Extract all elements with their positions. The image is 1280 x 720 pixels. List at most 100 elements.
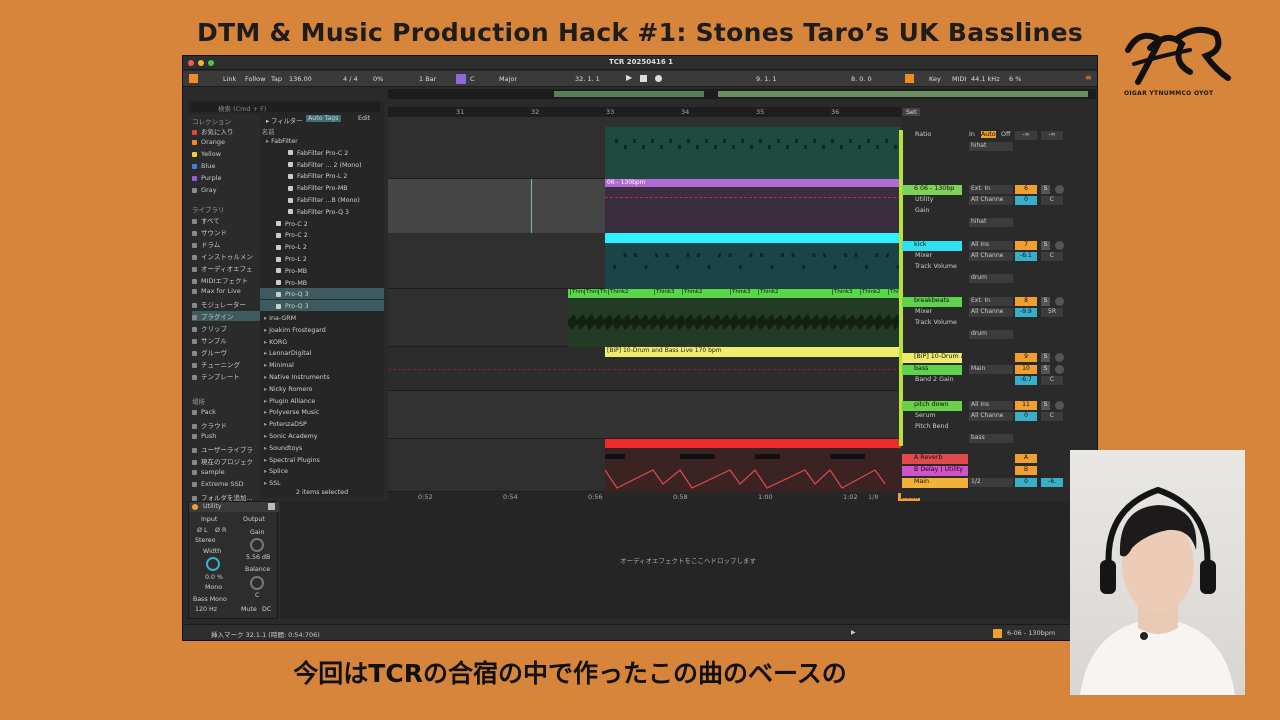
edit-button[interactable]: Edit: [358, 115, 370, 122]
solo-button[interactable]: S: [1041, 401, 1050, 410]
mixer-track[interactable]: kick Mixer Track Volume All Ins All Channe dr…: [901, 240, 1097, 294]
expand-arrow-icon[interactable]: ▸: [264, 468, 267, 475]
track-number[interactable]: 7: [1015, 241, 1037, 250]
phase-left-button[interactable]: Ø L: [197, 527, 207, 534]
expand-arrow-icon[interactable]: ▸: [266, 138, 269, 145]
kick-clip[interactable]: [605, 233, 901, 289]
arrangement-view[interactable]: 31 32 33 34 35 36 06 - 130bpm Thin Thin …: [388, 107, 901, 492]
library-item[interactable]: モジュレーター: [192, 299, 246, 309]
mute-button[interactable]: Mute: [241, 606, 257, 613]
break-clip-label[interactable]: Think3: [654, 289, 675, 295]
expand-arrow-icon[interactable]: ▸: [264, 480, 267, 487]
browser-file-item[interactable]: ▸ Spectral Plugins: [264, 457, 320, 464]
status-play-icon[interactable]: ▶: [851, 629, 856, 636]
browser-file-item[interactable]: ▸ Native Instruments: [264, 374, 330, 381]
input-type-select[interactable]: All Ins: [969, 401, 1013, 410]
browser-file-item[interactable]: ▸ Splice: [264, 468, 288, 475]
output-routing-select[interactable]: drum: [969, 274, 1013, 283]
expand-arrow-icon[interactable]: ▸: [264, 409, 267, 416]
device-chooser[interactable]: Ratio: [915, 131, 931, 138]
browser-file-item[interactable]: FabFilter Pro-MB: [288, 185, 348, 192]
input-type-select[interactable]: Ext. In: [969, 297, 1013, 306]
collection-item[interactable]: Purple: [192, 174, 222, 182]
library-item[interactable]: すべて: [192, 215, 220, 225]
expand-arrow-icon[interactable]: ▸: [264, 362, 267, 369]
channel-mode-select[interactable]: Stereo: [195, 537, 216, 544]
mixer-track[interactable]: Ratio In Auto Off hihat -∞ -∞: [901, 130, 1097, 182]
collection-item[interactable]: Yellow: [192, 150, 221, 158]
track-number[interactable]: 8: [1015, 297, 1037, 306]
gain-knob[interactable]: [250, 538, 264, 552]
place-item[interactable]: クラウド: [192, 420, 227, 430]
track-name[interactable]: bass: [902, 365, 962, 375]
pan-field[interactable]: C: [1041, 252, 1063, 261]
input-channel-select[interactable]: All Channe: [969, 196, 1013, 205]
library-item[interactable]: MIDIエフェクト: [192, 275, 248, 285]
collection-item[interactable]: Orange: [192, 138, 225, 146]
browser-file-item[interactable]: ▸ KORG: [264, 339, 287, 346]
browser-file-item[interactable]: FabFilter Pro-Q 3: [288, 209, 349, 216]
set-button[interactable]: Set: [903, 108, 920, 116]
collection-item[interactable]: お気に入り: [192, 126, 234, 136]
track-name[interactable]: breakbeats: [902, 297, 962, 307]
balance-knob[interactable]: [250, 576, 264, 590]
browser-file-item[interactable]: Pro-Q 3: [276, 291, 309, 298]
track-name[interactable]: kick: [902, 241, 962, 251]
volume-field[interactable]: 0: [1015, 196, 1037, 205]
break-clip-label[interactable]: Think2: [682, 289, 703, 295]
browser-file-item[interactable]: Pro-C 2: [276, 221, 308, 228]
track-lane[interactable]: [BiP] 10-Drum and Bass Live 170 bpm: [388, 347, 901, 391]
expand-arrow-icon[interactable]: ▸: [264, 339, 267, 346]
library-item[interactable]: ドラム: [192, 239, 220, 249]
pan-field[interactable]: C: [1041, 196, 1063, 205]
device-chooser[interactable]: Band 2 Gain: [915, 376, 954, 383]
input-channel-select[interactable]: All Channe: [969, 412, 1013, 421]
device-chooser[interactable]: Mixer: [915, 252, 932, 259]
device-chooser[interactable]: Mixer: [915, 308, 932, 315]
input-type-select[interactable]: Main: [969, 365, 1013, 374]
output-routing-select[interactable]: bass: [969, 434, 1013, 443]
quantize-menu[interactable]: 1 Bar: [419, 75, 436, 83]
bar-ruler[interactable]: 31 32 33 34 35 36: [388, 107, 901, 117]
dc-button[interactable]: DC: [262, 606, 271, 613]
library-item[interactable]: クリップ: [192, 323, 227, 333]
track-lane[interactable]: [388, 391, 901, 439]
stop-icon[interactable]: [640, 75, 647, 82]
scale-select[interactable]: Major: [499, 75, 517, 83]
browser-file-item[interactable]: Pro-Q 3: [276, 303, 309, 310]
collection-item[interactable]: Gray: [192, 186, 217, 194]
expand-arrow-icon[interactable]: ▸: [264, 421, 267, 428]
hihat-clip[interactable]: [605, 127, 901, 179]
place-item[interactable]: Extreme SSD: [192, 480, 244, 488]
browser-file-item[interactable]: ▸ Ina-GRM: [264, 315, 296, 322]
device-chooser[interactable]: Utility: [915, 196, 934, 203]
cue-ratio-select[interactable]: 1/2: [969, 478, 1013, 487]
volume-field[interactable]: 0: [1015, 412, 1037, 421]
mixer-track[interactable]: bass Band 2 Gain Main 10 S -6.7 C: [901, 364, 1097, 398]
mixer-track[interactable]: 6 06 - 130bp Utility Gain Ext. In All Channe…: [901, 184, 1097, 238]
library-item[interactable]: インストゥルメン: [192, 251, 253, 261]
break-clip-label[interactable]: Think3: [832, 289, 853, 295]
return-track[interactable]: A Reverb A: [901, 453, 1097, 464]
browser-file-item[interactable]: ▸ FabFilter: [266, 138, 298, 145]
monitor-auto-button[interactable]: Auto: [981, 131, 996, 138]
input-channel-select[interactable]: All Channe: [969, 252, 1013, 261]
yellow-clip[interactable]: [BiP] 10-Drum and Bass Live 170 bpm: [605, 347, 901, 357]
solo-button[interactable]: S: [1041, 365, 1050, 374]
device-chooser[interactable]: Serum: [915, 412, 936, 419]
expand-arrow-icon[interactable]: ▸: [264, 350, 267, 357]
track-lane[interactable]: [388, 233, 901, 289]
play-icon[interactable]: ▶: [626, 73, 632, 82]
browser-toggle-icon[interactable]: [189, 74, 198, 83]
arm-button[interactable]: [1055, 297, 1064, 306]
browser-file-item[interactable]: ▸ Soundtoys: [264, 445, 302, 452]
break-clip-label[interactable]: Thin: [570, 289, 584, 295]
place-item[interactable]: sample: [192, 468, 225, 476]
browser-file-item[interactable]: ▸ Sonic Academy: [264, 433, 317, 440]
browser-file-item[interactable]: Pro-L 2: [276, 244, 307, 251]
mixer-track[interactable]: breakbeats Mixer Track Volume Ext. In All Ch…: [901, 296, 1097, 350]
break-clip-label[interactable]: Th: [598, 289, 607, 295]
arm-button[interactable]: [1055, 241, 1064, 250]
arm-button[interactable]: [1055, 365, 1064, 374]
monitor-in-button[interactable]: In: [969, 131, 975, 138]
